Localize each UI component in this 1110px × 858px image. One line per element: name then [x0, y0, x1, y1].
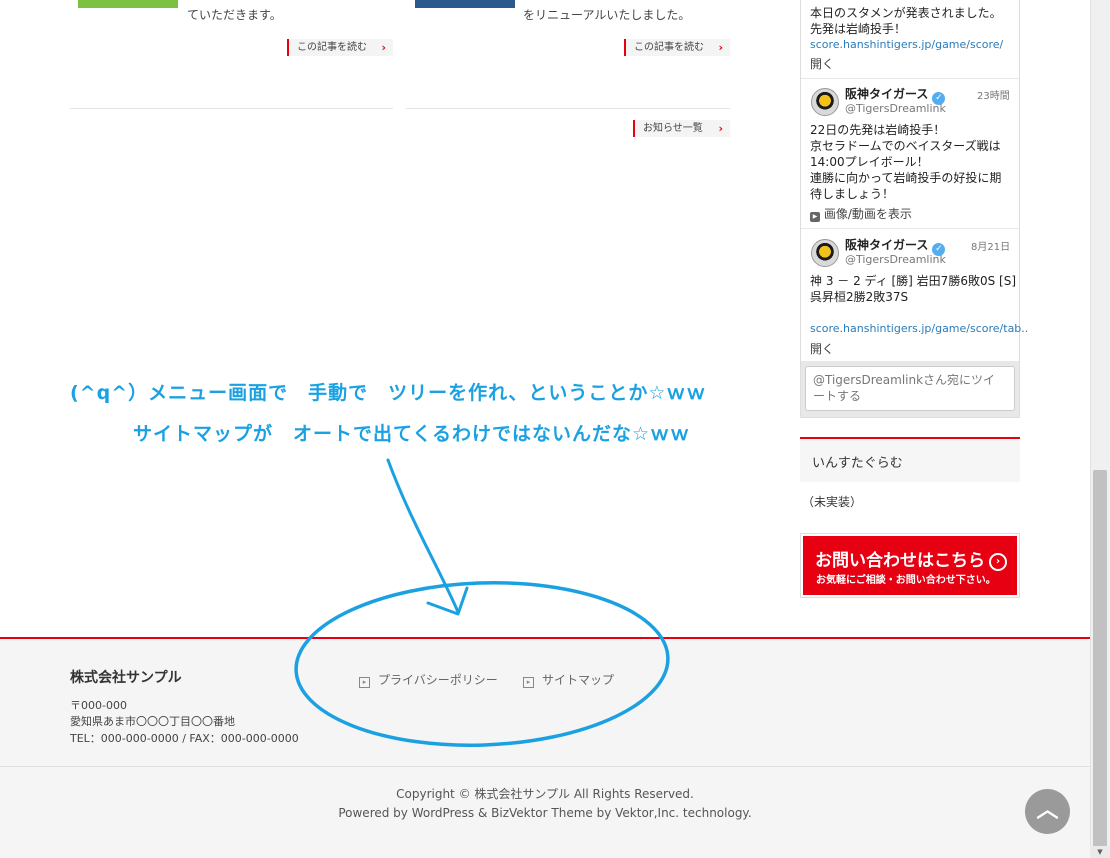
scroll-down-arrow-icon[interactable]: ▼ [1090, 846, 1110, 858]
annotation-circle [294, 581, 670, 747]
annotation-drawing [294, 458, 670, 747]
scrollbar-thumb[interactable] [1093, 470, 1107, 850]
